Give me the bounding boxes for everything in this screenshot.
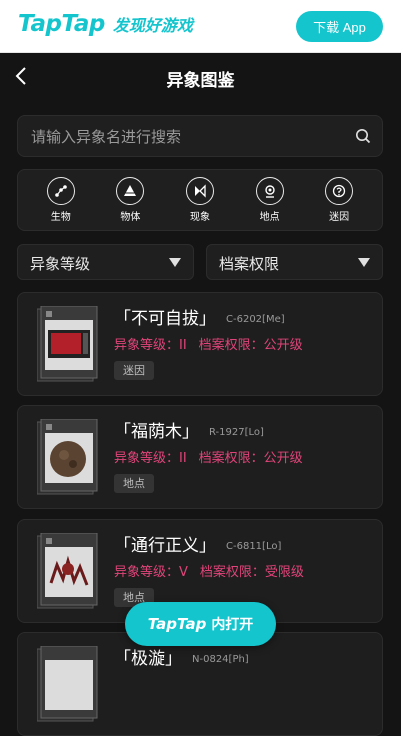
anomaly-thumbnail [37, 306, 98, 382]
anomaly-permission: 档案权限：公开级 [198, 338, 303, 353]
taptap-logo: TapTap [18, 11, 105, 37]
category-label: 现象 [189, 212, 210, 223]
anomaly-level: 异象等级：II [114, 338, 187, 353]
category-meme[interactable]: 迷因 [314, 177, 364, 223]
anomaly-thumbnail [37, 646, 98, 722]
anomaly-card[interactable]: 「福荫木」 R-1927[Lo] 异象等级：II 档案权限：公开级 地点 [17, 405, 383, 509]
dropdown-arrow-icon [358, 258, 370, 267]
anomaly-tag: 地点 [114, 474, 154, 493]
anomaly-level: 异象等级：V [114, 565, 188, 580]
anomaly-name: 「通行正义」 [114, 536, 216, 556]
taptap-logo: TapTap [147, 615, 207, 633]
top-bar: TapTap 发现好游戏 下载 App [0, 0, 401, 53]
anomaly-meta: 异象等级：V 档案权限：受限级 [114, 561, 304, 580]
anomaly-thumbnail [37, 533, 98, 609]
category-bar: 生物 物体 现象 地点 迷因 [17, 169, 383, 231]
biology-icon [46, 177, 75, 205]
brand[interactable]: TapTap 发现好游戏 [18, 11, 193, 37]
dropdown-arrow-icon [169, 258, 181, 267]
anomaly-code: N-0824[Ph] [192, 654, 249, 665]
anomaly-code: C-6202[Me] [226, 314, 285, 325]
anomaly-title: 「通行正义」 C-6811[Lo] [114, 531, 281, 556]
anomaly-name: 「极漩」 [114, 649, 182, 669]
anomaly-code: C-6811[Lo] [226, 541, 282, 552]
category-object[interactable]: 物体 [105, 177, 155, 223]
category-label: 生物 [50, 212, 71, 223]
search-input[interactable] [29, 116, 343, 158]
level-filter-dropdown[interactable]: 异象等级 [17, 244, 194, 280]
category-label: 地点 [259, 212, 280, 223]
download-app-button[interactable]: 下载 App [296, 11, 383, 42]
anomaly-card[interactable]: 「极漩」 N-0824[Ph] [17, 632, 383, 736]
anomaly-meta: 异象等级：II 档案权限：公开级 [114, 334, 303, 353]
anomaly-code: R-1927[Lo] [209, 427, 264, 438]
anomaly-card[interactable]: 「不可自拔」 C-6202[Me] 异象等级：II 档案权限：公开级 迷因 [17, 292, 383, 396]
level-filter-label: 异象等级 [30, 255, 91, 273]
location-icon [255, 177, 284, 205]
category-phenomenon[interactable]: 现象 [175, 177, 225, 223]
anomaly-name: 「不可自拔」 [114, 309, 216, 329]
search-box[interactable] [17, 115, 383, 158]
anomaly-thumbnail [37, 419, 98, 495]
category-biology[interactable]: 生物 [36, 177, 86, 223]
open-in-taptap-button[interactable]: TapTap 内打开 [125, 602, 276, 646]
permission-filter-label: 档案权限 [219, 255, 280, 273]
anomaly-tag: 迷因 [114, 361, 154, 380]
anomaly-meta: 异象等级：II 档案权限：公开级 [114, 447, 303, 466]
brand-slogan: 发现好游戏 [112, 16, 193, 35]
anomaly-permission: 档案权限：受限级 [199, 565, 304, 580]
anomaly-name: 「福荫木」 [114, 422, 199, 442]
category-label: 物体 [120, 212, 141, 223]
search-icon[interactable] [355, 128, 371, 144]
category-label: 迷因 [329, 212, 350, 223]
anomaly-permission: 档案权限：公开级 [198, 451, 303, 466]
anomaly-title: 「福荫木」 R-1927[Lo] [114, 417, 264, 442]
object-icon [116, 177, 145, 205]
anomaly-level: 异象等级：II [114, 451, 187, 466]
meme-icon [325, 177, 354, 205]
category-location[interactable]: 地点 [245, 177, 295, 223]
permission-filter-dropdown[interactable]: 档案权限 [206, 244, 383, 280]
anomaly-title: 「不可自拔」 C-6202[Me] [114, 304, 285, 329]
open-label: 内打开 [211, 617, 254, 633]
page-title: 异象图鉴 [166, 71, 235, 91]
anomaly-title: 「极漩」 N-0824[Ph] [114, 644, 249, 669]
page-header: 异象图鉴 [0, 53, 401, 103]
phenomenon-icon [185, 177, 214, 205]
